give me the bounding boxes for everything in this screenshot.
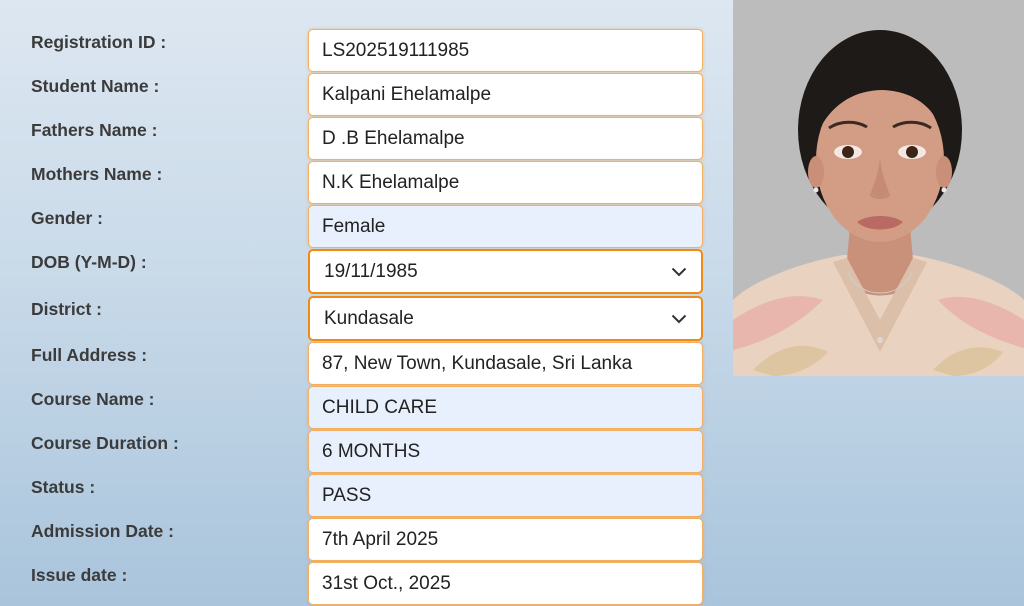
row-course-name: Course Name : CHILD CARE — [0, 386, 733, 430]
mothers-name-field[interactable]: N.K Ehelamalpe — [308, 161, 703, 204]
student-portrait-icon — [733, 0, 1024, 376]
chevron-down-icon — [671, 314, 687, 323]
dob-select[interactable]: 19/11/1985 — [308, 249, 703, 294]
course-duration-field[interactable]: 6 MONTHS — [308, 430, 703, 473]
mothers-name-label: Mothers Name : — [31, 164, 163, 184]
status-field[interactable]: PASS — [308, 474, 703, 517]
dob-value: 19/11/1985 — [324, 260, 418, 282]
course-duration-label: Course Duration : — [31, 433, 179, 453]
student-photo — [733, 0, 1024, 376]
row-issue-date: Issue date : 31st Oct., 2025 — [0, 562, 733, 606]
course-name-label: Course Name : — [31, 389, 155, 409]
dob-label: DOB (Y-M-D) : — [31, 252, 147, 272]
row-course-duration: Course Duration : 6 MONTHS — [0, 430, 733, 474]
gender-field[interactable]: Female — [308, 205, 703, 248]
status-label: Status : — [31, 477, 96, 497]
row-full-address: Full Address : 87, New Town, Kundasale, … — [0, 342, 733, 386]
row-dob: DOB (Y-M-D) : 19/11/1985 — [0, 249, 733, 295]
row-gender: Gender : Female — [0, 205, 733, 249]
admission-date-field[interactable]: 7th April 2025 — [308, 518, 703, 561]
full-address-field[interactable]: 87, New Town, Kundasale, Sri Lanka — [308, 342, 703, 385]
course-name-field[interactable]: CHILD CARE — [308, 386, 703, 429]
registration-id-field[interactable]: LS202519111985 — [308, 29, 703, 72]
issue-date-label: Issue date : — [31, 565, 128, 585]
row-admission-date: Admission Date : 7th April 2025 — [0, 518, 733, 562]
row-status: Status : PASS — [0, 474, 733, 518]
row-registration-id: Registration ID : LS202519111985 — [0, 29, 733, 73]
admission-date-label: Admission Date : — [31, 521, 174, 541]
district-label: District : — [31, 299, 102, 319]
issue-date-field[interactable]: 31st Oct., 2025 — [308, 562, 703, 605]
district-value: Kundasale — [324, 307, 414, 329]
fathers-name-label: Fathers Name : — [31, 120, 158, 140]
row-fathers-name: Fathers Name : D .B Ehelamalpe — [0, 117, 733, 161]
full-address-label: Full Address : — [31, 345, 148, 365]
row-district: District : Kundasale — [0, 296, 733, 342]
row-mothers-name: Mothers Name : N.K Ehelamalpe — [0, 161, 733, 205]
student-name-field[interactable]: Kalpani Ehelamalpe — [308, 73, 703, 116]
fathers-name-field[interactable]: D .B Ehelamalpe — [308, 117, 703, 160]
district-select[interactable]: Kundasale — [308, 296, 703, 341]
row-student-name: Student Name : Kalpani Ehelamalpe — [0, 73, 733, 117]
registration-id-label: Registration ID : — [31, 32, 167, 52]
student-details-form: Registration ID : LS202519111985 Student… — [0, 0, 733, 606]
gender-label: Gender : — [31, 208, 103, 228]
chevron-down-icon — [671, 267, 687, 276]
student-name-label: Student Name : — [31, 76, 160, 96]
